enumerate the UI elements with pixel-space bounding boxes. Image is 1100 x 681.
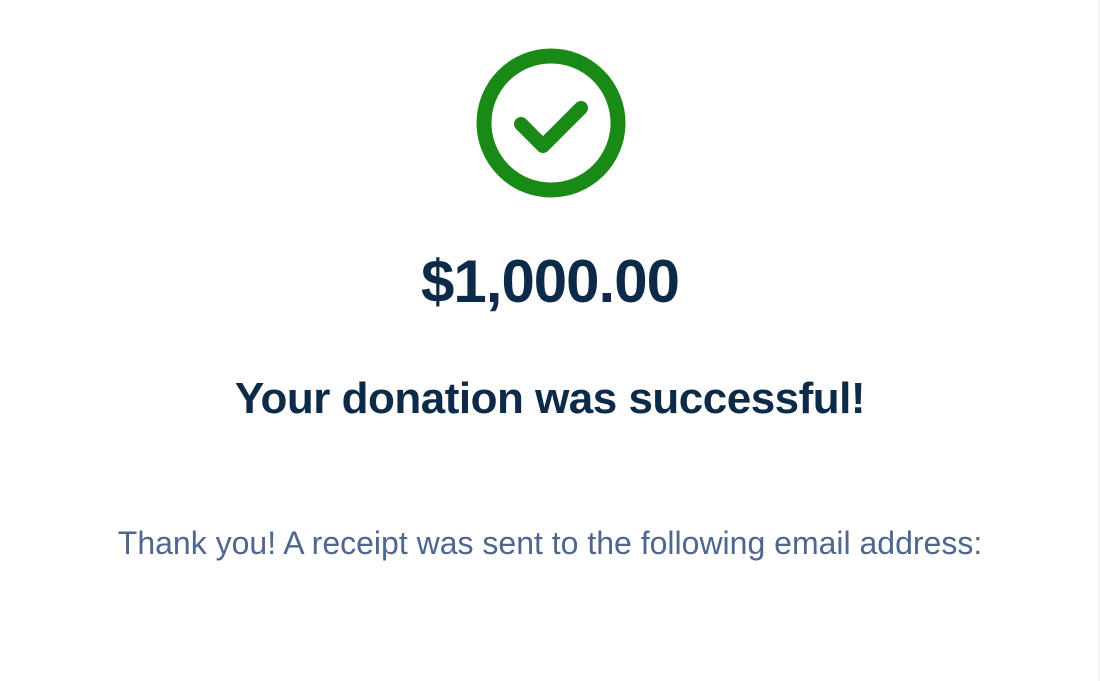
check-circle-icon	[476, 48, 626, 198]
donation-amount: $1,000.00	[421, 248, 680, 315]
donation-confirmation-page: $1,000.00 Your donation was successful! …	[0, 0, 1100, 681]
receipt-message: Thank you! A receipt was sent to the fol…	[117, 525, 983, 561]
success-heading: Your donation was successful!	[234, 374, 866, 423]
